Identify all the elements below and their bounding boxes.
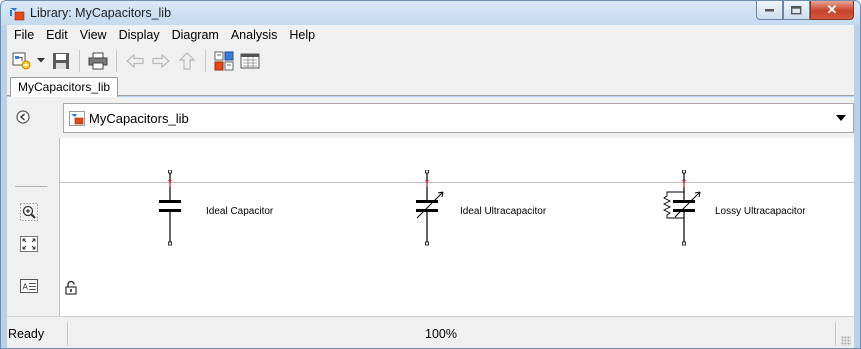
annotation-icon: A — [20, 279, 38, 293]
toolbar-separator — [116, 49, 117, 72]
forward-arrow-icon — [152, 53, 170, 68]
minimize-button[interactable] — [756, 1, 783, 20]
menu-display[interactable]: Display — [113, 28, 166, 42]
menu-view[interactable]: View — [74, 28, 113, 42]
menu-edit[interactable]: Edit — [40, 28, 74, 42]
library-canvas[interactable]: Ideal Capacitor Ideal Ultracapacitor Los… — [59, 169, 854, 316]
zoom-in-icon — [20, 203, 38, 221]
lock-icon — [65, 280, 77, 295]
address-row: MyCapacitors_lib — [7, 97, 854, 138]
dropdown-arrow-icon — [37, 58, 45, 63]
simulink-library-icon — [69, 111, 85, 126]
toolbar-separator — [79, 49, 80, 72]
variable-capacitor-icon — [416, 169, 444, 246]
model-explorer-icon — [240, 53, 260, 68]
palette-separator — [15, 186, 47, 187]
status-divider — [67, 322, 68, 346]
menu-file[interactable]: File — [8, 28, 40, 42]
tab-strip: MyCapacitors_lib — [7, 76, 854, 97]
resize-grip-icon[interactable] — [841, 336, 851, 346]
simulink-library-icon — [10, 8, 25, 21]
tab-mycapacitors-lib[interactable]: MyCapacitors_lib — [10, 77, 119, 97]
capacitor-icon — [159, 169, 181, 246]
fit-view-button[interactable] — [18, 234, 40, 254]
new-model-button[interactable] — [10, 48, 34, 74]
ideal-ultracapacitor-block[interactable] — [416, 169, 448, 246]
block-label: Lossy Ultracapacitor — [715, 206, 806, 217]
save-icon — [53, 52, 69, 69]
print-button[interactable] — [85, 48, 111, 74]
menu-help[interactable]: Help — [283, 28, 321, 42]
close-button[interactable]: ✕ — [810, 1, 854, 20]
fit-view-icon — [20, 236, 38, 252]
zoom-in-button[interactable] — [18, 202, 40, 222]
toolbar — [7, 45, 854, 76]
ideal-capacitor-block[interactable] — [159, 169, 181, 246]
hide-browser-icon[interactable] — [15, 109, 31, 125]
up-arrow-icon — [178, 51, 196, 70]
status-bar: Ready 100% — [7, 316, 854, 348]
new-model-icon — [12, 52, 31, 69]
up-button[interactable] — [174, 48, 200, 74]
back-button[interactable] — [122, 48, 148, 74]
menu-bar: File Edit View Display Diagram Analysis … — [7, 25, 854, 45]
menu-diagram[interactable]: Diagram — [166, 28, 225, 42]
print-icon — [88, 52, 108, 69]
menu-analysis[interactable]: Analysis — [225, 28, 284, 42]
library-window: Library: MyCapacitors_lib ✕ File Edit Vi… — [0, 0, 861, 349]
title-bar[interactable]: Library: MyCapacitors_lib ✕ — [1, 1, 860, 25]
save-button[interactable] — [48, 48, 74, 74]
address-path: MyCapacitors_lib — [89, 111, 189, 126]
status-text: Ready — [8, 327, 45, 341]
block-label: Ideal Capacitor — [206, 206, 274, 217]
chevron-down-icon[interactable] — [836, 115, 846, 121]
annotation-button[interactable]: A — [18, 276, 40, 296]
tool-palette: A — [7, 138, 59, 316]
maximize-icon — [791, 5, 802, 14]
forward-button[interactable] — [148, 48, 174, 74]
close-icon: ✕ — [826, 2, 838, 17]
svg-text:A: A — [23, 283, 29, 292]
zoom-level: 100% — [425, 327, 457, 341]
window-title: Library: MyCapacitors_lib — [30, 6, 172, 20]
toolbar-separator — [205, 49, 206, 72]
library-browser-button[interactable] — [211, 48, 237, 74]
new-model-dropdown[interactable] — [34, 48, 48, 74]
model-explorer-button[interactable] — [237, 48, 263, 74]
block-label: Ideal Ultracapacitor — [460, 206, 547, 217]
status-divider — [835, 322, 836, 346]
lossy-capacitor-icon — [662, 169, 701, 246]
library-browser-icon — [214, 51, 234, 70]
minimize-icon — [764, 9, 774, 12]
address-bar[interactable]: MyCapacitors_lib — [63, 103, 854, 133]
back-arrow-icon — [126, 53, 144, 68]
maximize-button[interactable] — [783, 1, 810, 20]
lossy-ultracapacitor-block[interactable] — [661, 169, 705, 246]
